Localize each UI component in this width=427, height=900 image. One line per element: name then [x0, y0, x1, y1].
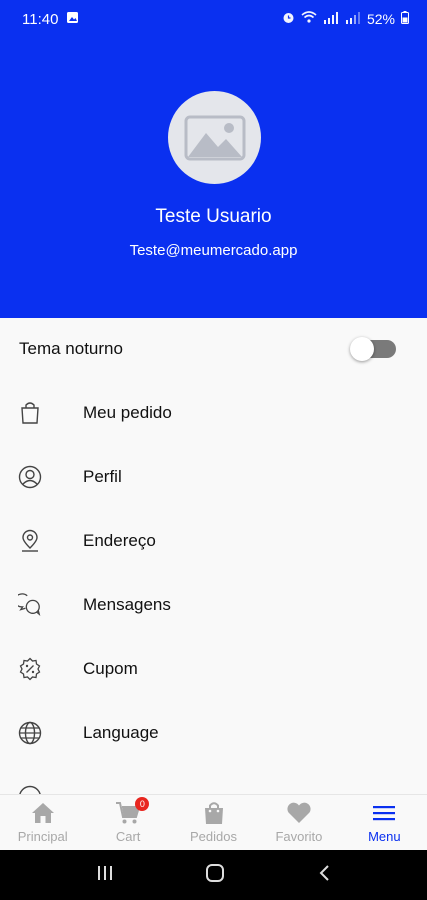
avatar[interactable] [168, 91, 261, 184]
menu-item-label: Mensagens [83, 595, 171, 614]
tab-label: Favorito [275, 829, 323, 844]
tab-label: Cart [115, 829, 141, 844]
menu-item-endereco[interactable]: Endereço [0, 513, 427, 569]
tab-label: Menu [368, 829, 401, 844]
alarm-icon [282, 11, 295, 27]
menu-list: Tema noturno Meu pedido Perfil Endereço … [0, 318, 427, 794]
menu-item-cupom[interactable]: Cupom [0, 641, 427, 697]
bottom-nav: Principal 0 Cart Pedidos Favorito Menu [0, 794, 427, 850]
user-name: Teste Usuario [155, 206, 272, 227]
menu-item-language[interactable]: Language [0, 705, 427, 761]
shopping-bag-icon [18, 401, 42, 425]
coupon-badge-icon [18, 657, 42, 681]
home-icon [30, 800, 56, 826]
tab-cart[interactable]: 0 Cart [85, 795, 170, 850]
user-email: Teste@meumercado.app [129, 242, 298, 259]
menu-item-label: Perfil [83, 467, 122, 486]
menu-item-partial[interactable] [0, 769, 427, 794]
menu-item-label: Endereço [83, 531, 156, 550]
system-nav-bar [0, 850, 427, 900]
menu-icon [371, 800, 397, 826]
partial-item-icon [18, 785, 42, 794]
tab-favorito[interactable]: Favorito [256, 795, 341, 850]
home-button-icon[interactable] [205, 863, 225, 888]
user-circle-icon [18, 465, 42, 489]
location-pin-icon [18, 529, 42, 553]
night-theme-toggle[interactable] [350, 337, 396, 361]
tab-menu[interactable]: Menu [342, 795, 427, 850]
wifi-icon [301, 11, 317, 27]
signal-icon-2 [345, 11, 361, 27]
menu-item-mensagens[interactable]: Mensagens [0, 577, 427, 633]
back-icon[interactable] [317, 864, 331, 887]
menu-item-meu-pedido[interactable]: Meu pedido [0, 385, 427, 441]
globe-icon [18, 721, 42, 745]
heart-icon [286, 800, 312, 826]
menu-item-perfil[interactable]: Perfil [0, 449, 427, 505]
chat-bubbles-icon [18, 593, 42, 617]
image-placeholder-icon [184, 115, 245, 160]
tab-principal[interactable]: Principal [0, 795, 85, 850]
tab-label: Principal [17, 829, 68, 844]
battery-icon [401, 11, 409, 27]
menu-item-label: Meu pedido [83, 403, 172, 422]
tab-pedidos[interactable]: Pedidos [171, 795, 256, 850]
status-bar: 11:40 52% [0, 0, 427, 38]
cart-badge: 0 [135, 797, 150, 811]
theme-toggle-row[interactable]: Tema noturno [0, 321, 427, 377]
bag-icon [201, 800, 227, 826]
recent-apps-icon[interactable] [96, 865, 114, 886]
menu-item-label: Language [83, 723, 159, 742]
signal-icon [323, 11, 339, 27]
profile-header: Teste Usuario Teste@meumercado.app [0, 38, 427, 318]
battery-percent: 52% [366, 11, 395, 27]
gallery-notification-icon [66, 11, 79, 28]
toggle-knob [350, 337, 374, 361]
theme-label: Tema noturno [19, 339, 123, 358]
tab-label: Pedidos [190, 829, 237, 844]
menu-item-label: Cupom [83, 659, 138, 678]
status-time: 11:40 [22, 10, 59, 28]
